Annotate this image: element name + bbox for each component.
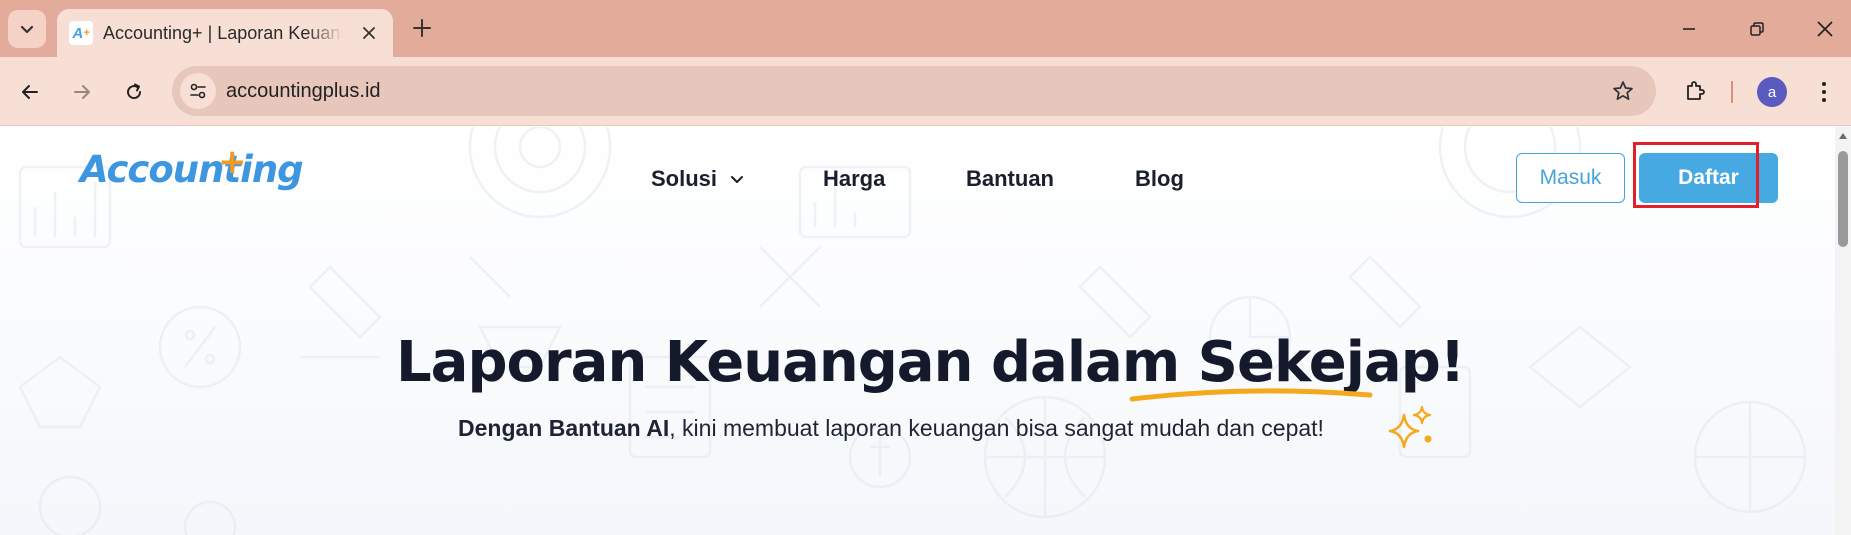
close-icon [363, 27, 375, 39]
chevron-down-icon[interactable] [727, 169, 747, 189]
hero-subtitle-bold: Dengan Bantuan AI [458, 415, 670, 441]
browser-menu-button[interactable] [1810, 74, 1838, 110]
page-viewport: Accounting + Solusi Harga Bantuan Blog M… [0, 127, 1851, 535]
minimize-button[interactable] [1665, 10, 1713, 48]
site-info-button[interactable] [180, 73, 216, 109]
new-tab-button[interactable] [406, 12, 438, 44]
hero-subtitle-rest: , kini membuat laporan keuangan bisa san… [669, 415, 1324, 441]
reload-button[interactable] [115, 73, 153, 111]
restore-icon [1750, 22, 1764, 36]
reload-icon [127, 83, 142, 100]
nav-item-solusi[interactable]: Solusi [651, 165, 717, 193]
nav-item-harga[interactable]: Harga [823, 165, 885, 193]
puzzle-icon [1687, 81, 1705, 100]
accent-underline [1129, 388, 1373, 402]
logo-plus-mark: + [218, 142, 247, 182]
more-vertical-icon [1822, 82, 1826, 102]
extensions-button[interactable] [1678, 73, 1714, 109]
close-icon [1817, 21, 1833, 37]
tune-icon [190, 83, 206, 99]
chevron-down-icon [20, 25, 34, 34]
scrollbar-thumb[interactable] [1838, 151, 1848, 247]
url-text[interactable]: accountingplus.id [226, 79, 381, 103]
toolbar-divider [1731, 81, 1733, 103]
bookmark-star-button[interactable] [1610, 78, 1636, 104]
sparkle-icon [1388, 405, 1432, 449]
site-logo[interactable]: Accounting [80, 147, 304, 197]
register-button[interactable]: Daftar [1639, 153, 1778, 203]
arrow-left-icon [22, 85, 38, 99]
site-favicon: A + [69, 21, 93, 45]
forward-button[interactable] [63, 73, 101, 111]
plus-icon [413, 19, 431, 37]
restore-button[interactable] [1733, 10, 1781, 48]
tab-close-button[interactable] [357, 21, 381, 45]
browser-titlebar: A+ Accounting+ | Laporan Keuangan [0, 0, 1851, 57]
hero-subtitle: Dengan Bantuan AI, kini membuat laporan … [458, 413, 1324, 443]
close-window-button[interactable] [1801, 10, 1849, 48]
browser-toolbar: accountingplus.id a [0, 57, 1851, 126]
profile-avatar[interactable]: a [1757, 77, 1787, 107]
browser-tab-active[interactable]: A+ Accounting+ | Laporan Keuangan [57, 9, 393, 57]
scroll-up-arrow-icon[interactable] [1838, 131, 1848, 141]
back-button[interactable] [11, 73, 49, 111]
tab-search-button[interactable] [8, 10, 46, 48]
nav-item-blog[interactable]: Blog [1135, 165, 1184, 193]
arrow-right-icon [74, 85, 90, 99]
nav-item-bantuan[interactable]: Bantuan [966, 165, 1054, 193]
login-button[interactable]: Masuk [1516, 153, 1625, 203]
minimize-icon [1683, 28, 1695, 30]
star-icon [1613, 81, 1633, 101]
tab-title: Accounting+ | Laporan Keuangan [103, 23, 343, 43]
hero-title-main: Laporan Keuangan dalam [396, 330, 1198, 395]
address-bar[interactable]: accountingplus.id [172, 66, 1656, 116]
